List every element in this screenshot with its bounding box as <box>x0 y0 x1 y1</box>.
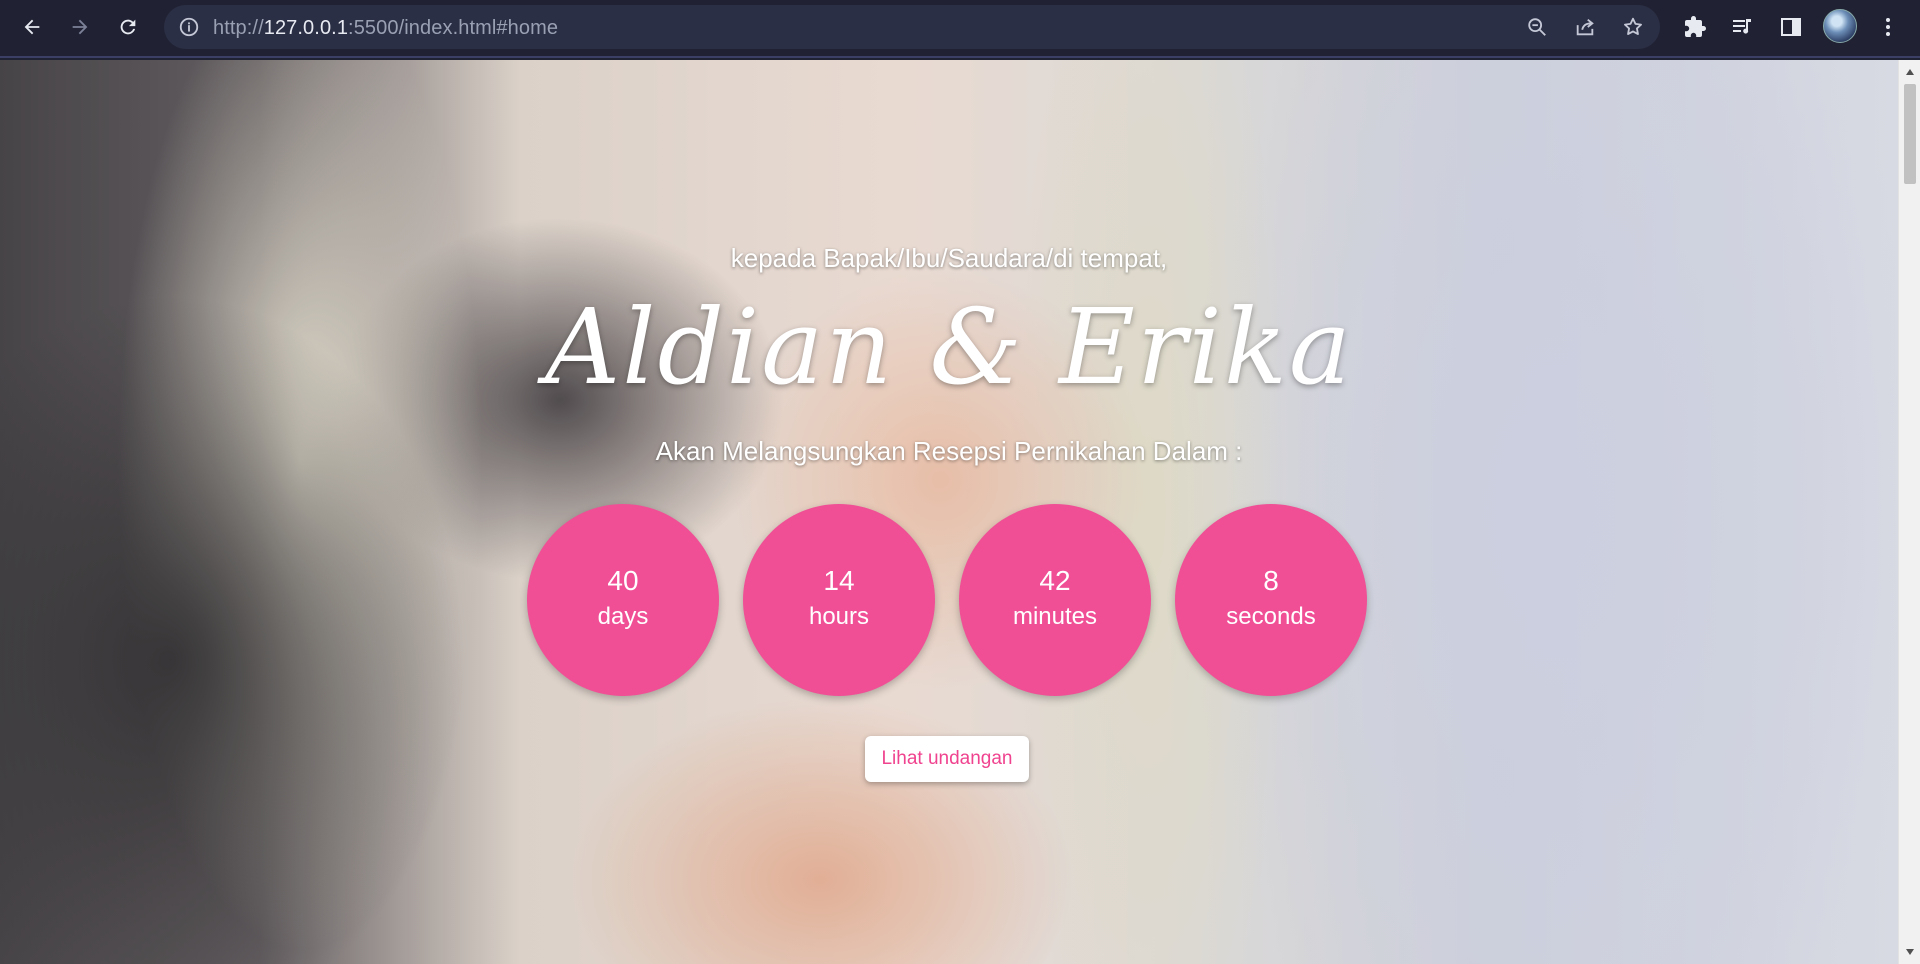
countdown-seconds-value: 8 <box>1263 565 1279 596</box>
extensions-icon <box>1685 16 1706 37</box>
avatar[interactable] <box>1823 9 1857 43</box>
back-arrow-icon <box>24 19 40 35</box>
view-invitation-button[interactable]: Lihat undangan <box>865 736 1029 782</box>
forward-arrow-icon <box>72 19 88 35</box>
extensions-button[interactable] <box>1681 13 1709 41</box>
countdown-hours-label: hours <box>808 603 870 630</box>
couple-names: Aldian & Erika <box>545 286 1353 408</box>
zoom-button[interactable] <box>1524 14 1550 40</box>
side-panel-icon <box>1781 18 1801 36</box>
menu-button[interactable] <box>1874 13 1902 41</box>
more-vert-icon <box>1886 18 1890 36</box>
countdown-days: 40 days <box>527 504 719 696</box>
share-icon <box>1576 18 1594 36</box>
countdown-days-value: 40 <box>607 565 639 596</box>
countdown-minutes-label: minutes <box>1012 603 1098 630</box>
info-icon[interactable] <box>178 16 200 38</box>
star-icon <box>1624 17 1642 35</box>
countdown: 40 days 14 hours 42 minutes 8 seconds <box>0 504 1898 696</box>
scroll-down-arrow[interactable] <box>1899 942 1920 962</box>
countdown-seconds: 8 seconds <box>1175 504 1367 696</box>
url-path: :5500/index.html#home <box>348 17 559 39</box>
url-scheme: http:// <box>213 17 264 39</box>
countdown-days-label: days <box>597 603 649 630</box>
countdown-minutes-value: 42 <box>1039 565 1071 596</box>
zoom-out-icon <box>1528 18 1546 36</box>
page-viewport: kepada Bapak/Ibu/Saudara/di tempat, Aldi… <box>0 60 1898 964</box>
bookmark-button[interactable] <box>1620 14 1646 40</box>
back-button[interactable] <box>14 9 50 45</box>
scroll-thumb[interactable] <box>1904 84 1916 184</box>
url-text[interactable]: http://127.0.0.1:5500/index.html#home <box>213 17 558 40</box>
announcement-text: Akan Melangsungkan Resepsi Pernikahan Da… <box>655 436 1243 466</box>
url-host: 127.0.0.1 <box>263 17 349 39</box>
scroll-up-arrow[interactable] <box>1899 62 1920 82</box>
salutation-text: kepada Bapak/Ibu/Saudara/di tempat, <box>730 243 1168 273</box>
forward-button[interactable] <box>62 9 98 45</box>
reload-icon <box>120 19 136 35</box>
countdown-minutes: 42 minutes <box>959 504 1151 696</box>
triangle-up-icon <box>1906 69 1914 75</box>
countdown-hours-value: 14 <box>823 565 855 596</box>
side-panel-button[interactable] <box>1777 13 1805 41</box>
address-bar[interactable]: http://127.0.0.1:5500/index.html#home <box>164 5 1660 49</box>
reload-button[interactable] <box>110 9 146 45</box>
countdown-hours: 14 hours <box>743 504 935 696</box>
share-button[interactable] <box>1572 14 1598 40</box>
media-queue-button[interactable] <box>1729 13 1757 41</box>
triangle-down-icon <box>1906 949 1914 955</box>
browser-toolbar: http://127.0.0.1:5500/index.html#home <box>0 0 1920 58</box>
media-queue-icon <box>1733 19 1751 34</box>
hero-section: kepada Bapak/Ibu/Saudara/di tempat, Aldi… <box>0 60 1898 964</box>
vertical-scrollbar[interactable] <box>1898 60 1920 964</box>
countdown-seconds-label: seconds <box>1226 603 1316 630</box>
